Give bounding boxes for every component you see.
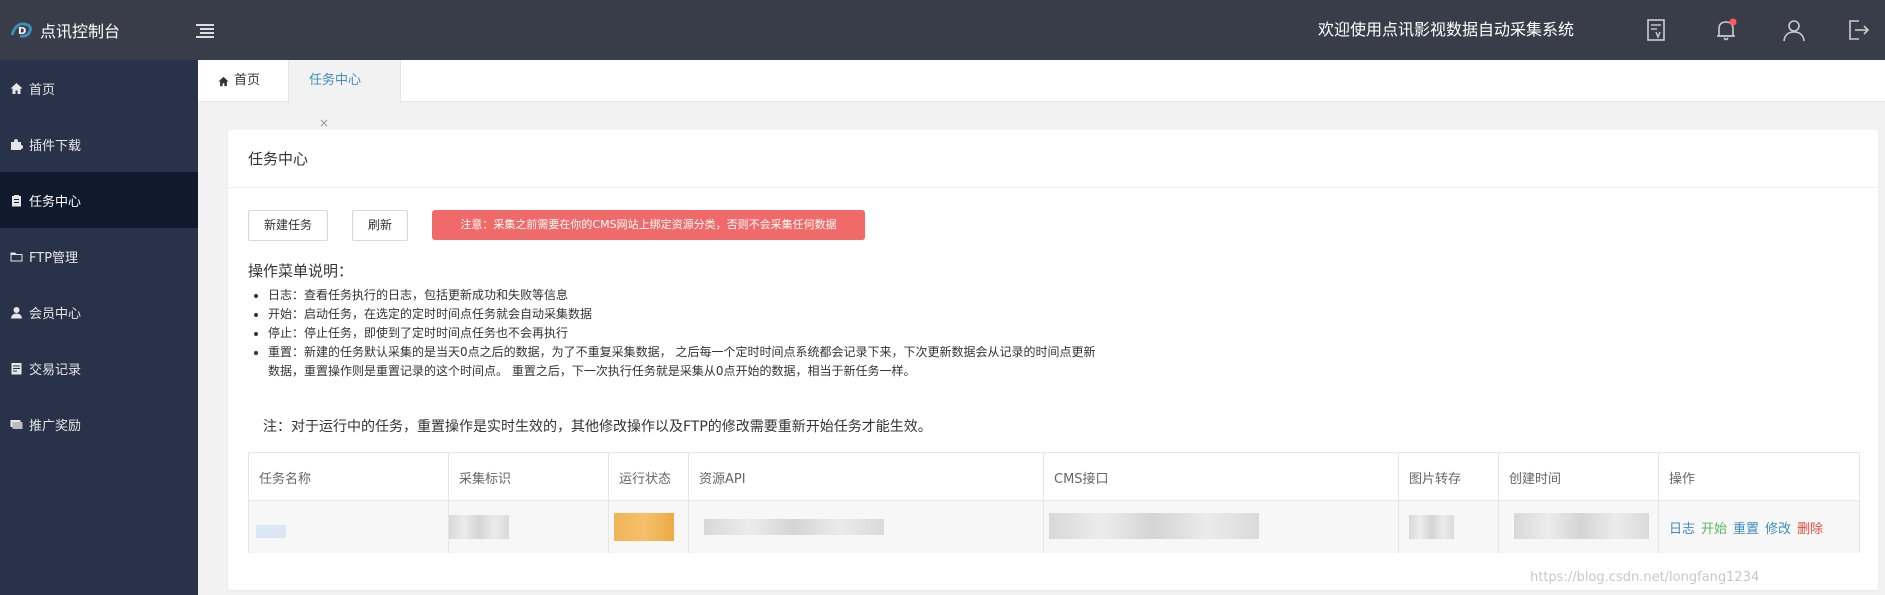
column-header: 运行状态 — [609, 453, 689, 501]
column-header: 图片转存 — [1399, 453, 1499, 501]
collect-id-cell — [449, 501, 609, 553]
notice-badge: 注意：采集之前需要在你的CMS网站上绑定资源分类，否则不会采集任何数据 — [432, 210, 865, 240]
sidebar-item-label: 会员中心 — [29, 306, 82, 322]
table-row: 日志 开始 重置 修改 删除 — [249, 501, 1859, 553]
start-link[interactable]: 开始 — [1701, 518, 1727, 537]
redacted-content — [1409, 515, 1454, 539]
tab-bar: 首页 任务中心 × — [198, 60, 1885, 130]
logout-icon[interactable] — [1845, 17, 1871, 43]
table-header: 任务名称 采集标识 运行状态 资源API CMS接口 图片转存 创建时间 操作 — [249, 453, 1859, 501]
tab-task-label: 任务中心 — [309, 73, 362, 88]
folder-icon — [10, 252, 23, 261]
list-item: 重置：新建的任务默认采集的是当天0点之后的数据，为了不重复采集数据， 之后每一个… — [268, 343, 1098, 381]
status-cell — [609, 501, 689, 553]
sidebar-item-label: FTP管理 — [29, 250, 79, 266]
tab-task-center[interactable]: 任务中心 × — [288, 60, 401, 130]
notification-bell-icon[interactable] — [1713, 17, 1739, 43]
column-header: 任务名称 — [249, 453, 449, 501]
column-header: 操作 — [1669, 471, 1696, 487]
redacted-content — [449, 515, 509, 539]
welcome-text: 欢迎使用点讯影视数据自动采集系统 — [1318, 20, 1575, 39]
new-task-button[interactable]: 新建任务 — [248, 210, 328, 241]
task-center-card: 任务中心 新建任务 刷新 注意：采集之前需要在你的CMS网站上绑定资源分类，否则… — [228, 130, 1878, 590]
translate-icon[interactable] — [1643, 17, 1669, 43]
refresh-button[interactable]: 刷新 — [352, 210, 408, 241]
tab-home-label: 首页 — [234, 73, 261, 88]
user-icon[interactable] — [1781, 17, 1807, 43]
menu-toggle-icon[interactable] — [196, 24, 214, 38]
receipt-icon — [11, 362, 22, 374]
sidebar: 首页 插件下载 任务中心 FTP管理 会员中心 交易记录 推广奖励 — [0, 60, 198, 595]
column-header: 资源API — [689, 453, 1044, 501]
sidebar-item-label: 首页 — [29, 82, 56, 98]
member-icon — [11, 306, 22, 318]
redacted-content — [704, 519, 884, 535]
list-item: 停止：停止任务，即使到了定时时间点任务也不会再执行 — [268, 324, 1098, 343]
menu-description-list: 日志：查看任务执行的日志，包括更新成功和失败等信息 开始：启动任务，在选定的定时… — [268, 286, 1098, 381]
redacted-content — [1514, 513, 1649, 539]
sidebar-item-task-center[interactable]: 任务中心 — [0, 172, 198, 228]
delete-link[interactable]: 删除 — [1797, 518, 1823, 537]
cms-api-cell — [1044, 501, 1399, 553]
sidebar-item-member[interactable]: 会员中心 — [0, 284, 198, 340]
actions-cell: 日志 开始 重置 修改 删除 — [1659, 501, 1859, 553]
redacted-content — [256, 525, 286, 538]
money-icon — [10, 419, 23, 429]
app-name: 点讯控制台 — [40, 22, 121, 41]
menu-description-title: 操作菜单说明： — [248, 262, 354, 280]
column-header: CMS接口 — [1044, 453, 1399, 501]
top-header: D 点讯控制台 欢迎使用点讯影视数据自动采集系统 — [0, 0, 1885, 60]
redacted-status-badge — [614, 513, 674, 541]
list-item: 开始：启动任务，在选定的定时时间点任务就会自动采集数据 — [268, 305, 1098, 324]
task-table: 任务名称 采集标识 运行状态 资源API CMS接口 图片转存 创建时间 操作 — [248, 452, 1860, 553]
edit-link[interactable]: 修改 — [1765, 518, 1791, 537]
created-time-cell — [1499, 501, 1659, 553]
sidebar-item-label: 推广奖励 — [29, 418, 82, 434]
column-header: 采集标识 — [449, 453, 609, 501]
clipboard-icon — [12, 194, 21, 206]
image-transfer-cell — [1399, 501, 1499, 553]
card-title: 任务中心 — [228, 130, 1878, 188]
resource-api-cell — [689, 501, 1044, 553]
task-name-cell[interactable] — [249, 501, 449, 553]
column-header: 创建时间 — [1499, 453, 1659, 501]
tab-close-icon[interactable]: × — [319, 116, 329, 130]
sidebar-item-transactions[interactable]: 交易记录 — [0, 340, 198, 396]
sidebar-item-home[interactable]: 首页 — [0, 60, 198, 116]
tab-home[interactable]: 首页 — [198, 60, 280, 102]
sidebar-item-ftp[interactable]: FTP管理 — [0, 228, 198, 284]
reset-link[interactable]: 重置 — [1733, 518, 1759, 537]
redacted-content — [1049, 513, 1259, 539]
sidebar-item-label: 交易记录 — [29, 362, 82, 378]
sidebar-item-label: 任务中心 — [29, 194, 82, 210]
logo-icon: D — [10, 22, 32, 38]
watermark: https://blog.csdn.net/longfang1234 — [1530, 570, 1760, 585]
home-icon — [10, 82, 23, 94]
list-item: 日志：查看任务执行的日志，包括更新成功和失败等信息 — [268, 286, 1098, 305]
sidebar-item-plugin-download[interactable]: 插件下载 — [0, 116, 198, 172]
sidebar-item-label: 插件下载 — [29, 138, 82, 154]
home-icon — [218, 76, 229, 86]
puzzle-icon — [11, 138, 23, 150]
sidebar-item-referral[interactable]: 推广奖励 — [0, 396, 198, 452]
log-link[interactable]: 日志 — [1669, 518, 1695, 537]
logo[interactable]: D 点讯控制台 — [10, 0, 120, 60]
svg-text:D: D — [18, 26, 26, 37]
remark-text: 注：对于运行中的任务，重置操作是实时生效的，其他修改操作以及FTP的修改需要重新… — [263, 419, 932, 435]
